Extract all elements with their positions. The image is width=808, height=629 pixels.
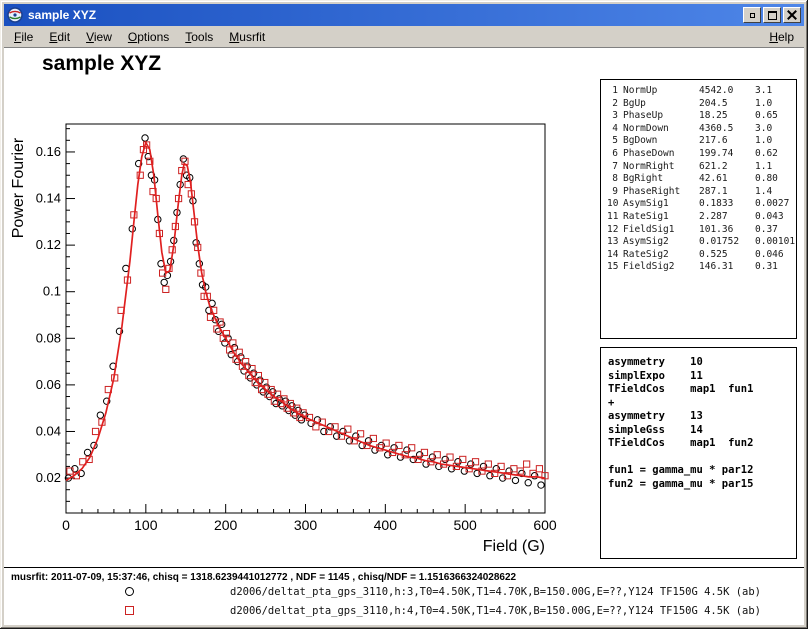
root-canvas: sample XYZ 01002003004005006000.020.040.…	[4, 48, 804, 625]
legend-row: d2006/deltat_pta_gps_3110,h:4,T0=4.50K,T…	[4, 601, 804, 620]
menu-item-options[interactable]: Options	[120, 27, 177, 47]
parameter-row: 1NormUp4542.03.1	[607, 85, 796, 98]
menu-item-tools[interactable]: Tools	[177, 27, 221, 47]
svg-text:300: 300	[294, 517, 318, 533]
menu-item-view[interactable]: View	[78, 27, 120, 47]
parameter-row: 6PhaseDown199.740.62	[607, 148, 796, 161]
maximize-icon	[768, 11, 777, 20]
svg-text:0.06: 0.06	[36, 377, 61, 392]
parameter-row: 5BgDown217.61.0	[607, 135, 796, 148]
menu-item-musrfit[interactable]: Musrfit	[221, 27, 273, 47]
circle-marker-icon	[125, 587, 134, 596]
svg-text:0.1: 0.1	[43, 284, 61, 299]
theory-text: asymmetry 10 simplExpo 11 TFieldCos map1…	[608, 356, 796, 491]
legend: d2006/deltat_pta_gps_3110,h:3,T0=4.50K,T…	[4, 582, 804, 620]
svg-text:500: 500	[453, 517, 477, 533]
menu-item-edit[interactable]: Edit	[41, 27, 78, 47]
parameter-row: 3PhaseUp18.250.65	[607, 110, 796, 123]
square-marker-icon	[125, 606, 134, 615]
legend-label: d2006/deltat_pta_gps_3110,h:3,T0=4.50K,T…	[230, 586, 761, 598]
parameter-row: 8BgRight42.610.80	[607, 173, 796, 186]
legend-label: d2006/deltat_pta_gps_3110,h:4,T0=4.50K,T…	[230, 605, 761, 617]
maximize-button[interactable]	[763, 7, 781, 23]
parameter-box: 1NormUp4542.03.12BgUp204.51.03PhaseUp18.…	[600, 79, 797, 339]
parameter-row: 2BgUp204.51.0	[607, 98, 796, 111]
minimize-button[interactable]	[743, 7, 761, 23]
svg-text:0.08: 0.08	[36, 330, 61, 345]
parameter-row: 10AsymSig10.18330.0027	[607, 198, 796, 211]
legend-row: d2006/deltat_pta_gps_3110,h:3,T0=4.50K,T…	[4, 582, 804, 601]
close-button[interactable]	[783, 7, 801, 23]
titlebar[interactable]: sample XYZ	[4, 4, 804, 26]
theory-box: asymmetry 10 simplExpo 11 TFieldCos map1…	[600, 347, 797, 559]
parameter-row: 13AsymSig20.017520.00101	[607, 236, 796, 249]
close-icon	[787, 10, 797, 20]
window-title: sample XYZ	[28, 8, 741, 22]
svg-text:0.14: 0.14	[36, 191, 61, 206]
svg-text:600: 600	[533, 517, 557, 533]
parameter-row: 9PhaseRight287.11.4	[607, 186, 796, 199]
svg-text:100: 100	[134, 517, 158, 533]
svg-text:0.12: 0.12	[36, 237, 61, 252]
plot-canvas[interactable]: 0 100 200 300 400 500 600 0.02 0.04 0.06 0.08 0.1 0.…	[4, 48, 600, 568]
svg-text:0: 0	[62, 517, 70, 533]
svg-text:Field (G): Field (G)	[483, 538, 545, 555]
app-icon	[7, 7, 23, 23]
menubar: FileEditViewOptionsToolsMusrfit Help	[4, 26, 804, 48]
app-window: sample XYZ FileEditViewOptionsToolsMusrf…	[0, 0, 808, 629]
parameter-rows: 1NormUp4542.03.12BgUp204.51.03PhaseUp18.…	[607, 85, 796, 274]
menu-items: FileEditViewOptionsToolsMusrfit	[6, 27, 273, 47]
parameter-row: 4NormDown4360.53.0	[607, 123, 796, 136]
separator-line	[4, 567, 804, 568]
svg-text:Power Fourier: Power Fourier	[10, 137, 27, 238]
parameter-row: 7NormRight621.21.1	[607, 161, 796, 174]
menu-item-help[interactable]: Help	[761, 27, 802, 47]
svg-text:0.04: 0.04	[36, 423, 61, 438]
parameter-row: 14RateSig20.5250.046	[607, 249, 796, 262]
minimize-icon	[750, 13, 755, 18]
parameter-row: 15FieldSig2146.310.31	[607, 261, 796, 274]
parameter-row: 12FieldSig1101.360.37	[607, 224, 796, 237]
parameter-row: 11RateSig12.2870.043	[607, 211, 796, 224]
svg-text:400: 400	[374, 517, 398, 533]
svg-text:0.16: 0.16	[36, 144, 61, 159]
menu-item-file[interactable]: File	[6, 27, 41, 47]
svg-text:200: 200	[214, 517, 238, 533]
svg-text:0.02: 0.02	[36, 470, 61, 485]
